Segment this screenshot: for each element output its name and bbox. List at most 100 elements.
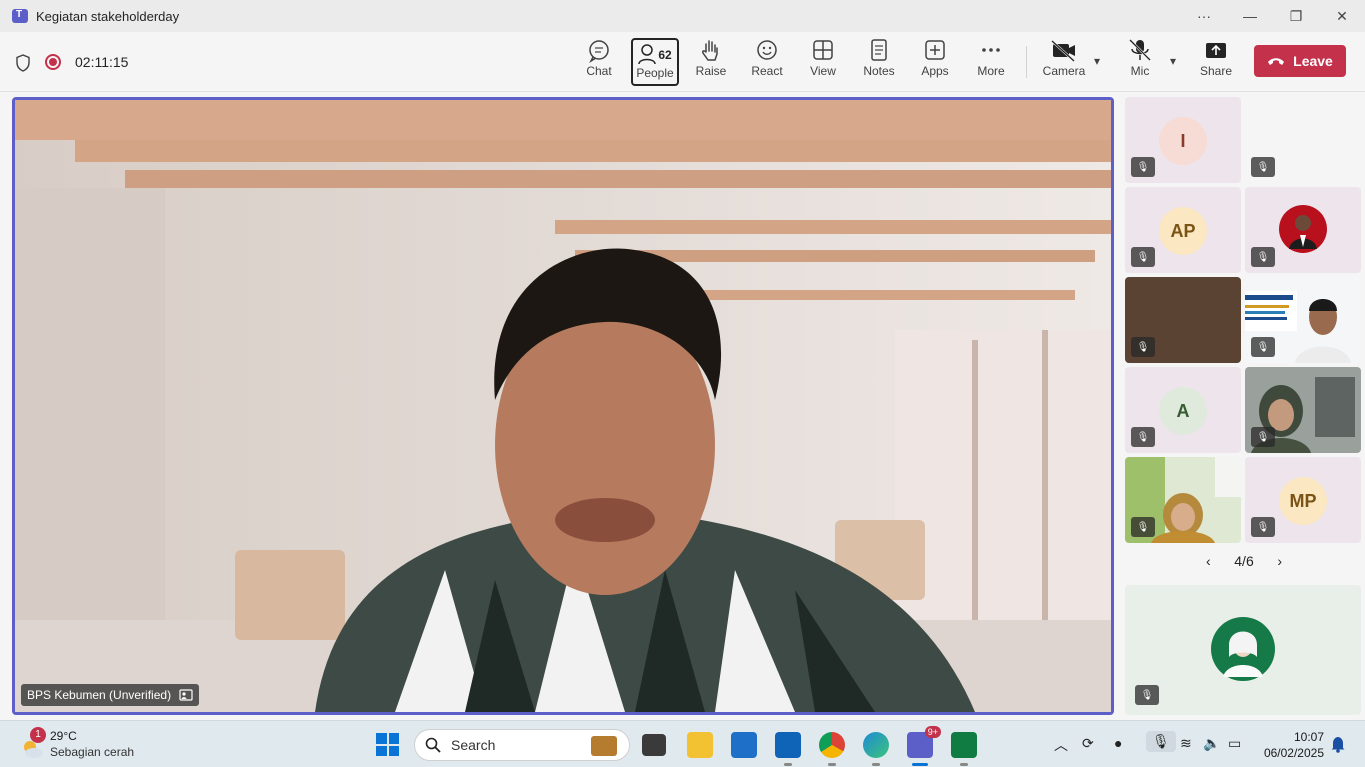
leave-label: Leave <box>1293 53 1333 69</box>
participant-tile[interactable]: AP 🎙 <box>1125 187 1241 273</box>
volume-icon[interactable]: 🔈 <box>1203 735 1220 752</box>
share-button[interactable]: Share <box>1190 38 1242 86</box>
weather-desc: Sebagian cerah <box>50 745 135 759</box>
more-label: More <box>977 64 1005 78</box>
participant-tile[interactable]: 🎙 <box>1125 457 1241 543</box>
notes-label: Notes <box>863 64 895 78</box>
participant-tile[interactable]: MP 🎙 <box>1245 457 1361 543</box>
speaker-name: BPS Kebumen (Unverified) <box>27 688 172 702</box>
apps-button[interactable]: Apps <box>909 38 961 86</box>
weather-badge: 1 <box>30 727 46 743</box>
people-icon-wrap: 62 <box>633 40 677 66</box>
windows-start-icon[interactable] <box>376 733 399 756</box>
notes-button[interactable]: Notes <box>853 38 905 86</box>
minimize-button[interactable]: — <box>1227 8 1273 24</box>
self-view-tile[interactable]: 🎙 <box>1125 585 1361 715</box>
network-alert-icon[interactable]: ● <box>1114 735 1122 751</box>
participant-tile[interactable]: I 🎙 <box>1125 97 1241 183</box>
gallery-pager: ‹ 4/6 › <box>1206 553 1282 569</box>
show-hidden-icons-chevron-icon[interactable]: ︿ <box>1054 735 1068 755</box>
muted-mic-icon: 🎙 <box>1251 517 1275 537</box>
notification-bell-icon[interactable] <box>1330 735 1346 753</box>
participant-tile[interactable]: A 🎙 <box>1125 367 1241 453</box>
chat-button[interactable]: Chat <box>573 38 625 86</box>
search-label: Search <box>451 737 496 753</box>
muted-mic-icon: 🎙 <box>1135 685 1159 705</box>
maximize-button[interactable]: ❐ <box>1273 8 1319 25</box>
file-explorer-icon[interactable] <box>687 732 713 758</box>
system-clock[interactable]: 10:07 06/02/2025 <box>1262 729 1324 761</box>
taskbar-search[interactable]: Search <box>414 729 630 761</box>
people-button[interactable]: 62 People <box>631 38 679 86</box>
grid-icon <box>813 40 833 60</box>
recording-icon <box>45 54 61 70</box>
next-page-chevron-icon[interactable]: › <box>1277 553 1282 569</box>
wifi-icon[interactable]: ≋ <box>1180 735 1192 752</box>
windows-taskbar: 1 29°C Sebagian cerah Search 9+ ︿ ⟳ ● 🎙 … <box>0 720 1365 767</box>
mic-button[interactable]: Mic <box>1114 38 1166 86</box>
task-view-icon[interactable] <box>642 734 666 756</box>
apps-label: Apps <box>921 64 949 78</box>
share-label: Share <box>1199 64 1233 78</box>
shield-icon[interactable] <box>15 54 31 72</box>
camera-options-chevron-icon[interactable]: ▾ <box>1094 54 1100 68</box>
excel-icon[interactable] <box>951 732 977 766</box>
muted-mic-icon: 🎙 <box>1251 427 1275 447</box>
speaker-video-frame <box>15 100 1111 712</box>
clock-date: 06/02/2025 <box>1263 746 1324 760</box>
muted-mic-icon: 🎙 <box>1251 337 1275 357</box>
camera-button[interactable]: Camera <box>1038 38 1090 86</box>
battery-icon[interactable]: ▭ <box>1228 735 1241 752</box>
muted-mic-icon: 🎙 <box>1131 247 1155 267</box>
previous-page-chevron-icon[interactable]: ‹ <box>1206 553 1211 569</box>
window-title: Kegiatan stakeholderday <box>36 8 180 24</box>
mic-muted-tray-icon[interactable]: 🎙 <box>1146 731 1176 752</box>
edge-icon[interactable] <box>863 732 889 766</box>
apps-plus-icon <box>925 40 945 60</box>
chat-icon <box>589 40 609 63</box>
people-count: 62 <box>658 48 672 62</box>
sync-icon[interactable]: ⟳ <box>1082 735 1094 752</box>
mic-label: Mic <box>1130 64 1150 78</box>
teams-badge: 9+ <box>924 726 941 738</box>
avatar: MP <box>1279 477 1327 525</box>
smiley-icon <box>757 40 777 60</box>
teams-icon[interactable]: 9+ <box>907 726 941 766</box>
mic-off-icon <box>1129 39 1151 61</box>
chrome-icon[interactable] <box>819 732 845 766</box>
page-indicator: 4/6 <box>1234 553 1254 569</box>
view-button[interactable]: View <box>797 38 849 86</box>
window-controls: ··· — ❐ ✕ <box>1181 0 1365 32</box>
notes-icon <box>871 39 887 61</box>
unverified-info-icon[interactable] <box>179 689 193 701</box>
mic-options-chevron-icon[interactable]: ▾ <box>1170 54 1176 68</box>
participant-tile[interactable]: 🎙 <box>1245 187 1361 273</box>
weather-widget[interactable]: 1 29°C Sebagian cerah <box>18 727 148 763</box>
search-highlight-icon <box>591 736 617 756</box>
react-button[interactable]: React <box>741 38 793 86</box>
self-avatar <box>1211 617 1275 681</box>
toolbar-separator <box>1026 46 1027 78</box>
camera-off-icon <box>1051 40 1075 62</box>
microsoft-store-icon[interactable] <box>731 732 757 758</box>
participant-tile[interactable]: 🎙 <box>1245 97 1361 183</box>
more-options-icon[interactable]: ··· <box>1181 8 1227 24</box>
muted-mic-icon: 🎙 <box>1131 427 1155 447</box>
leave-button[interactable]: Leave <box>1254 45 1346 77</box>
participant-tile[interactable]: 🎙 <box>1245 277 1361 363</box>
close-button[interactable]: ✕ <box>1319 8 1365 25</box>
main-video-stage[interactable]: BPS Kebumen (Unverified) <box>12 97 1114 715</box>
more-button[interactable]: More <box>965 38 1017 86</box>
participant-tile[interactable]: 🎙 <box>1245 367 1361 453</box>
avatar: I <box>1159 117 1207 165</box>
clock-time: 10:07 <box>1293 730 1324 744</box>
muted-mic-icon: 🎙 <box>1131 157 1155 177</box>
outlook-icon[interactable] <box>775 732 801 766</box>
weather-temp: 29°C <box>50 729 77 743</box>
raise-label: Raise <box>695 64 727 78</box>
ellipsis-icon <box>982 48 1000 52</box>
meeting-toolbar: 02:11:15 Chat 62 People Raise React View… <box>0 32 1365 92</box>
muted-mic-icon: 🎙 <box>1251 157 1275 177</box>
raise-hand-button[interactable]: Raise <box>685 38 737 86</box>
participant-tile[interactable]: 🎙 <box>1125 277 1241 363</box>
